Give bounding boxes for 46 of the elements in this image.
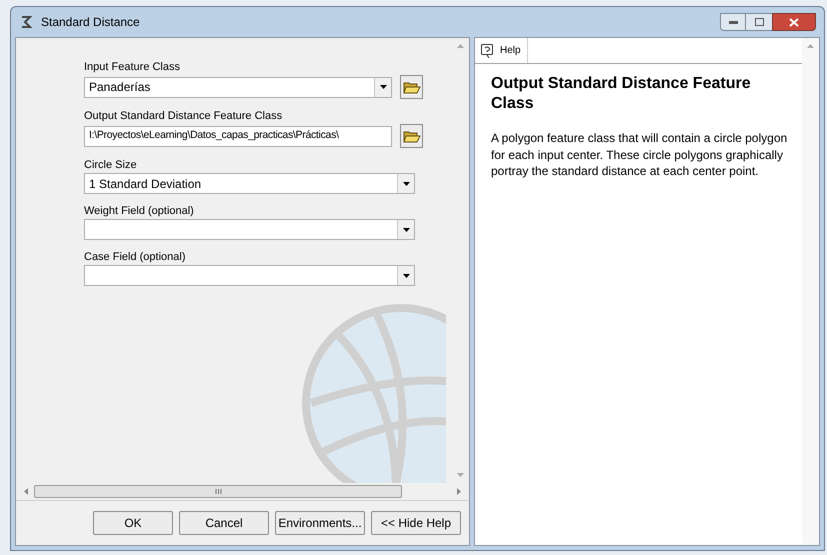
open-folder-icon bbox=[402, 80, 420, 94]
caret-icon bbox=[402, 228, 410, 232]
tool-icon bbox=[19, 15, 33, 29]
dialog-button[interactable]: OK bbox=[93, 511, 173, 535]
scroll-up-icon bbox=[807, 44, 814, 48]
help-text: A polygon feature class that will contain a circle polygon for each input center. These circle polygons graphically portray the standard distance at each center point. bbox=[491, 130, 788, 180]
browse-button[interactable] bbox=[400, 75, 423, 99]
field-label: Case Field (optional) bbox=[84, 250, 186, 265]
help-tab[interactable]: Help bbox=[475, 38, 528, 63]
scroll-right-icon bbox=[457, 488, 461, 495]
dropdown-field[interactable]: Panaderías bbox=[84, 76, 392, 98]
scroll-left-icon bbox=[24, 488, 28, 495]
scroll-down-icon bbox=[457, 473, 464, 477]
minimize-button[interactable] bbox=[720, 13, 746, 31]
dropdown-field[interactable] bbox=[84, 219, 415, 240]
window-title: Standard Distance bbox=[41, 14, 141, 31]
dialog-button[interactable]: Environments... bbox=[275, 511, 365, 535]
maximize-button[interactable] bbox=[746, 13, 772, 31]
dropdown-arrow-button[interactable] bbox=[397, 220, 414, 239]
grip-icon bbox=[214, 489, 222, 494]
input-field[interactable]: I:\Proyectos\eLearning\Datos_capas_practicas\Prácticas\ bbox=[84, 126, 392, 146]
maximize-icon bbox=[754, 18, 764, 26]
dialog-button[interactable]: << Hide Help bbox=[371, 511, 461, 535]
scrollbar-thumb[interactable] bbox=[34, 485, 402, 498]
dropdown-field[interactable] bbox=[84, 265, 415, 286]
open-folder-icon bbox=[402, 128, 420, 144]
help-icon bbox=[481, 44, 494, 58]
browse-button[interactable] bbox=[400, 124, 423, 148]
dialog-button[interactable]: Cancel bbox=[179, 511, 269, 535]
minimize-icon bbox=[728, 20, 738, 24]
close-icon bbox=[789, 18, 799, 26]
field-label: Input Feature Class bbox=[84, 60, 181, 75]
help-title: Output Standard Distance Feature Class bbox=[491, 74, 752, 114]
dropdown-arrow-button[interactable] bbox=[397, 174, 414, 193]
field-label: Weight Field (optional) bbox=[84, 204, 195, 219]
scroll-up-icon bbox=[457, 44, 464, 48]
caret-icon bbox=[380, 85, 386, 89]
close-button[interactable] bbox=[772, 13, 816, 31]
field-label: Output Standard Distance Feature Class bbox=[84, 109, 284, 124]
field-label: Circle Size bbox=[84, 158, 138, 173]
dropdown-arrow-button[interactable] bbox=[397, 266, 414, 285]
dropdown-field[interactable]: 1 Standard Deviation bbox=[84, 173, 415, 194]
dropdown-arrow-button[interactable] bbox=[374, 78, 391, 96]
caret-icon bbox=[402, 274, 410, 278]
help-scrollbar[interactable] bbox=[802, 38, 819, 545]
caret-icon bbox=[402, 182, 410, 186]
